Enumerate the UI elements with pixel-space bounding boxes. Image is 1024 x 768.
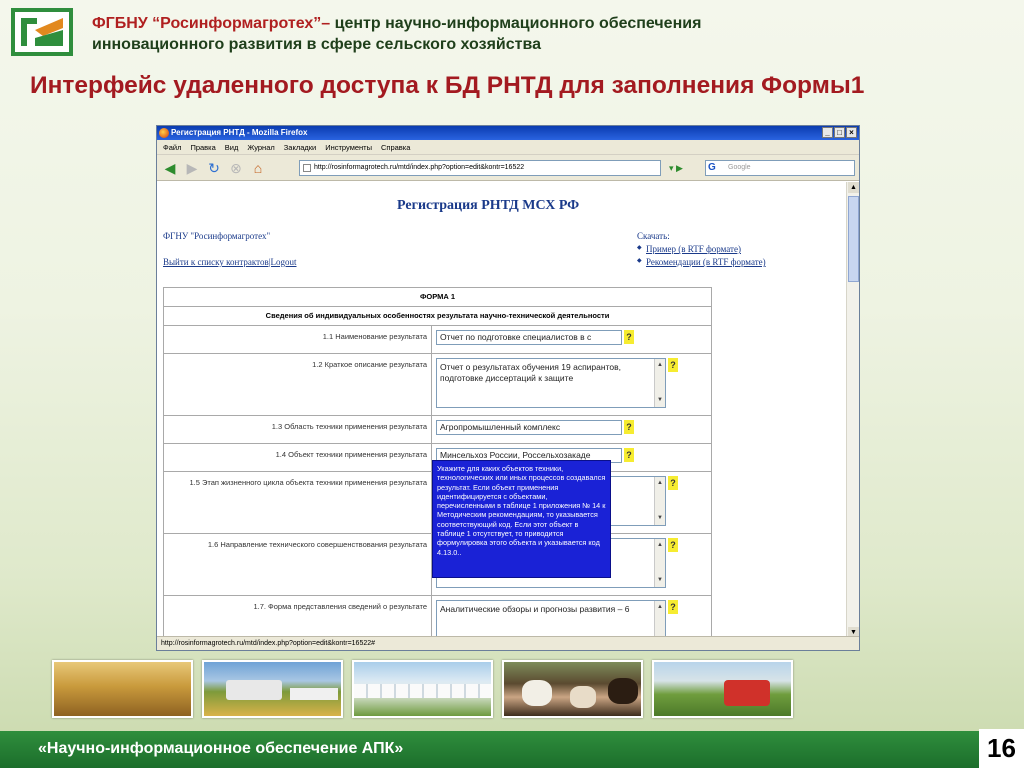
help-icon[interactable]: ? — [624, 448, 634, 462]
help-icon[interactable]: ? — [624, 330, 634, 344]
field-label: 1.1 Наименование результата — [163, 325, 432, 354]
textarea-value: Аналитические обзоры и прогнозы развития… — [440, 604, 630, 614]
table-row: 1.3 Область техники применения результат… — [163, 415, 712, 444]
presentation-form-textarea[interactable]: Аналитические обзоры и прогнозы развития… — [436, 600, 666, 638]
scrollbar-thumb[interactable] — [848, 196, 859, 282]
download-block: Скачать: Пример (в RTF формате) Рекоменд… — [637, 231, 766, 267]
search-placeholder: Google — [728, 164, 751, 171]
field-label: 1.7. Форма представления сведений о резу… — [163, 595, 432, 638]
help-icon[interactable]: ? — [668, 476, 678, 490]
org-name: ФГБНУ “Росинформагротех”– — [92, 15, 331, 32]
url-text: http://rosinformagrotech.ru/mtd/index.ph… — [314, 164, 525, 171]
textarea-scrollbar[interactable] — [654, 359, 665, 407]
org-header: ФГБНУ “Росинформагротех”– центр научно-и… — [92, 13, 992, 55]
table-row: 1.7. Форма представления сведений о резу… — [163, 595, 712, 638]
greenhouses-photo — [352, 660, 493, 718]
browser-window: Регистрация РНТД - Mozilla Firefox _ □ ×… — [156, 125, 860, 651]
minimize-button[interactable]: _ — [822, 127, 833, 138]
form-title: ФОРМА 1 — [163, 287, 712, 307]
help-tooltip: Укажите для каких объектов техники, техн… — [432, 460, 611, 578]
download-recommendations-link[interactable]: Рекомендации (в RTF формате) — [637, 257, 766, 267]
forward-arrow-icon[interactable]: ▶ — [183, 159, 201, 177]
scroll-up-icon[interactable]: ▲ — [848, 182, 859, 193]
url-input[interactable]: http://rosinformagrotech.ru/mtd/index.ph… — [299, 160, 661, 176]
textarea-scrollbar[interactable] — [654, 601, 665, 638]
home-icon[interactable]: ⌂ — [249, 159, 267, 177]
form-subtitle: Сведения об индивидуальных особенностях … — [163, 306, 712, 326]
field-label: 1.5 Этап жизненного цикла объекта техник… — [163, 471, 432, 534]
application-area-input[interactable]: Агропромышленный комплекс — [436, 420, 622, 435]
menu-bookmarks[interactable]: Закладки — [284, 140, 316, 154]
menu-help[interactable]: Справка — [381, 140, 410, 154]
page-scrollbar[interactable]: ▲ ▼ — [846, 182, 859, 638]
field-label: 1.2 Краткое описание результата — [163, 353, 432, 416]
org-logo — [11, 8, 73, 56]
help-icon[interactable]: ? — [668, 538, 678, 552]
result-name-input[interactable]: Отчет по подготовке специалистов в с — [436, 330, 622, 345]
field-label: 1.4 Объект техники применения результата — [163, 443, 432, 472]
table-row: 1.2 Краткое описание результата Отчет о … — [163, 353, 712, 416]
window-titlebar[interactable]: Регистрация РНТД - Mozilla Firefox _ □ × — [157, 126, 859, 140]
page-icon — [303, 164, 311, 172]
slide-title: Интерфейс удаленного доступа к БД РНТД д… — [30, 72, 865, 99]
help-icon[interactable]: ? — [624, 420, 634, 434]
result-description-textarea[interactable]: Отчет о результатах обучения 19 аспирант… — [436, 358, 666, 408]
close-button[interactable]: × — [846, 127, 857, 138]
window-title: Регистрация РНТД - Mozilla Firefox — [171, 128, 308, 137]
reload-icon[interactable]: ↻ — [205, 159, 223, 177]
search-input[interactable]: G Google — [705, 160, 855, 176]
table-row: 1.1 Наименование результата Отчет по под… — [163, 325, 712, 354]
maximize-button[interactable]: □ — [834, 127, 845, 138]
page-title: Регистрация РНТД МСХ РФ — [397, 198, 580, 213]
firefox-icon — [159, 128, 169, 138]
org-description-line2: инновационного развития в сфере сельског… — [92, 36, 541, 53]
go-arrow-icon[interactable]: ▾ ▶ — [669, 160, 697, 176]
textarea-scrollbar[interactable] — [654, 539, 665, 587]
cattle-photo — [502, 660, 643, 718]
page-number: 16 — [979, 729, 1024, 768]
logout-link[interactable]: Выйти к списку контрактов|Logout — [163, 257, 297, 267]
harvesters-photo — [202, 660, 343, 718]
photo-strip — [52, 660, 793, 718]
download-label: Скачать: — [637, 231, 670, 241]
footer-bar: «Научно-информационное обеспечение АПК» — [0, 731, 1024, 768]
field-label: 1.6 Направление технического совершенств… — [163, 533, 432, 596]
page-org-name: ФГНУ "Росинформагротех" — [163, 231, 271, 241]
tractor-photo — [652, 660, 793, 718]
footer-text: «Научно-информационное обеспечение АПК» — [38, 740, 404, 757]
stop-icon[interactable]: ⊗ — [227, 159, 245, 177]
textarea-value: Отчет о результатах обучения 19 аспирант… — [440, 362, 621, 383]
menu-bar: Файл Правка Вид Журнал Закладки Инструме… — [157, 140, 859, 155]
menu-edit[interactable]: Правка — [190, 140, 215, 154]
help-icon[interactable]: ? — [668, 358, 678, 372]
menu-history[interactable]: Журнал — [247, 140, 274, 154]
google-icon: G — [708, 162, 716, 173]
back-arrow-icon[interactable]: ◀ — [161, 159, 179, 177]
menu-view[interactable]: Вид — [225, 140, 239, 154]
status-bar: http://rosinformagrotech.ru/mtd/index.ph… — [157, 636, 859, 650]
textarea-scrollbar[interactable] — [654, 477, 665, 525]
nav-toolbar: ◀ ▶ ↻ ⊗ ⌂ http://rosinformagrotech.ru/mt… — [157, 155, 859, 181]
wheat-field-photo — [52, 660, 193, 718]
org-description-line1: центр научно-информационного обеспечения — [330, 15, 702, 32]
download-example-link[interactable]: Пример (в RTF формате) — [637, 244, 766, 254]
menu-tools[interactable]: Инструменты — [325, 140, 372, 154]
field-label: 1.3 Область техники применения результат… — [163, 415, 432, 444]
menu-file[interactable]: Файл — [163, 140, 181, 154]
help-icon[interactable]: ? — [668, 600, 678, 614]
